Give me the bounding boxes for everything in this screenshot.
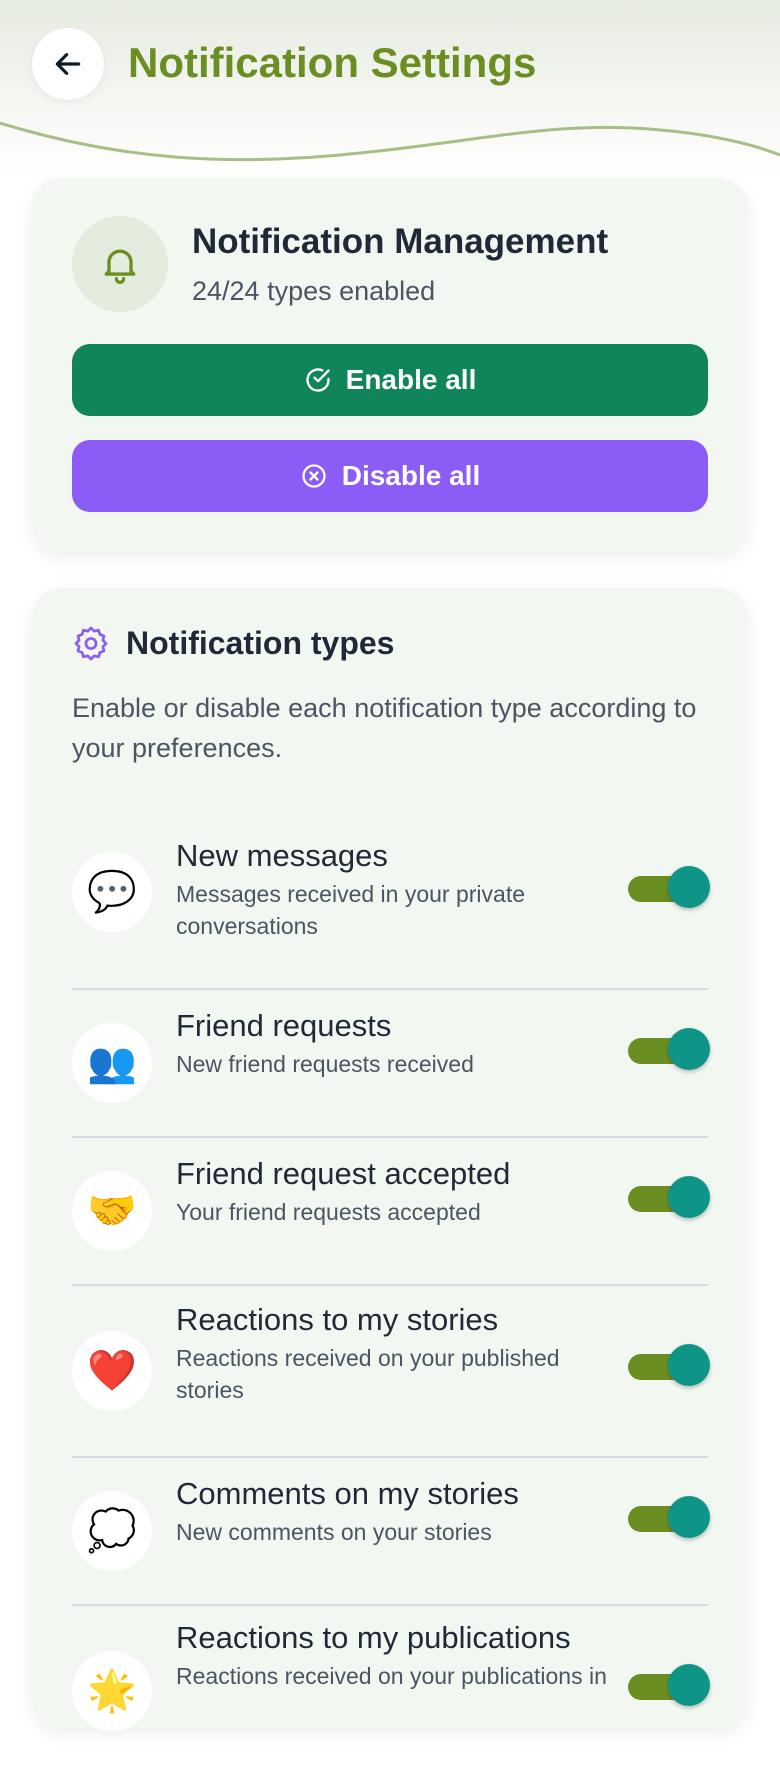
people-icon: 👥: [72, 1023, 152, 1103]
handshake-icon: 🤝: [72, 1171, 152, 1251]
types-header: Notification types: [72, 624, 394, 662]
heart-icon: ❤️: [72, 1331, 152, 1411]
notification-type-description: Your friend requests accepted: [176, 1199, 481, 1225]
notification-type-title: Reactions to my publications: [176, 1620, 571, 1655]
toggle-knob: [668, 866, 710, 908]
notification-type-text: Reactions to my stories Reactions receive…: [176, 1300, 616, 1406]
gear-icon: [74, 626, 108, 661]
types-title: Notification types: [126, 624, 395, 661]
notification-type-description: Reactions received on your published sto…: [176, 1345, 560, 1403]
star-icon: 🌟: [72, 1651, 152, 1731]
notification-toggle[interactable]: [628, 1344, 710, 1388]
notification-type-title: Friend requests: [176, 1008, 392, 1043]
notification-type-text: Friend requests New friend requests recei…: [176, 1006, 616, 1080]
header-wave-decoration: [0, 121, 780, 162]
bell-icon: [104, 249, 136, 284]
notification-type-row: 💬 New messages Messages received in your p…: [72, 814, 710, 990]
enable-all-label: Enable all: [345, 364, 477, 395]
arrow-left-icon: [55, 53, 81, 75]
enabled-count: 24/24 types enabled: [192, 276, 436, 306]
back-button[interactable]: [32, 28, 104, 100]
notification-type-description: New friend requests received: [176, 1051, 474, 1077]
enable-all-button[interactable]: Enable all: [72, 344, 708, 416]
management-title: Notification Management: [192, 222, 609, 261]
toggle-knob: [668, 1496, 710, 1538]
notification-type-row: 💭 Comments on my stories New comments on y…: [72, 1458, 710, 1606]
notification-toggle[interactable]: [628, 1176, 710, 1220]
notification-type-row: ❤️ Reactions to my stories Reactions recei…: [72, 1286, 710, 1458]
notification-toggle[interactable]: [628, 1028, 710, 1072]
types-description: Enable or disable each notification type…: [72, 693, 697, 763]
toggle-knob: [668, 1176, 710, 1218]
x-circle-icon: [302, 464, 326, 488]
notification-toggle[interactable]: [628, 866, 710, 910]
notification-type-description: Messages received in your private conver…: [176, 881, 525, 939]
notification-toggle[interactable]: [628, 1496, 710, 1540]
notification-type-list: 💬 New messages Messages received in your p…: [72, 814, 710, 1776]
header: Notification Settings: [0, 0, 780, 175]
toggle-knob: [668, 1664, 710, 1706]
check-circle-icon: [305, 368, 330, 392]
notification-type-text: Reactions to my publications Reactions re…: [176, 1618, 616, 1692]
disable-all-button[interactable]: Disable all: [72, 440, 708, 512]
page-title: Notification Settings: [128, 39, 537, 86]
toggle-knob: [668, 1344, 710, 1386]
notification-type-title: New messages: [176, 838, 388, 873]
notification-type-title: Friend request accepted: [176, 1156, 511, 1191]
notification-type-title: Reactions to my stories: [176, 1302, 499, 1337]
notification-type-row: 🤝 Friend request accepted Your friend requ…: [72, 1138, 710, 1286]
notification-type-row: 🌟 Reactions to my publications Reactions r…: [72, 1606, 710, 1776]
disable-all-label: Disable all: [341, 460, 481, 491]
toggle-knob: [668, 1028, 710, 1070]
notification-type-description: Reactions received on your publications …: [176, 1663, 607, 1689]
notification-type-description: New comments on your stories: [176, 1519, 492, 1545]
notification-type-title: Comments on my stories: [176, 1476, 519, 1511]
speech-bubble-icon: 💬: [72, 852, 152, 932]
notification-type-row: 👥 Friend requests New friend requests rece…: [72, 990, 710, 1138]
notification-type-text: Comments on my stories New comments on yo…: [176, 1474, 616, 1548]
notification-management-card: Notification Management 24/24 types enab…: [32, 178, 748, 552]
bell-icon-badge: [72, 216, 168, 312]
notification-type-text: New messages Messages received in your pr…: [176, 836, 616, 942]
notification-type-text: Friend request accepted Your friend reque…: [176, 1154, 616, 1228]
thought-bubble-icon: 💭: [72, 1491, 152, 1571]
notification-toggle[interactable]: [628, 1664, 710, 1708]
notification-types-card: Notification types Enable or disable eac…: [32, 588, 748, 1731]
